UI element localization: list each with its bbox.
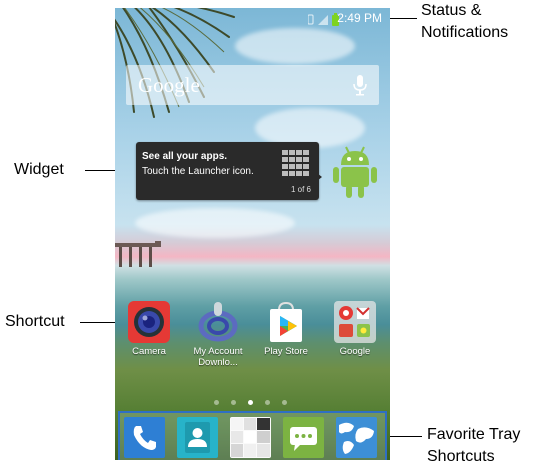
tray-contacts-button[interactable] [177, 417, 218, 458]
page-dot[interactable] [265, 400, 270, 405]
app-label: My Account [193, 346, 243, 357]
callout-widget: Widget [14, 159, 64, 181]
app-camera[interactable]: Camera [119, 300, 179, 357]
google-logo: Google [138, 73, 200, 97]
cloud [135, 208, 295, 238]
google-folder-icon [333, 300, 377, 344]
messaging-icon [283, 417, 324, 458]
callout-tray: Favorite Tray Shortcuts [427, 424, 520, 468]
callout-tray-line1: Favorite Tray [427, 426, 521, 443]
callout-shortcut-text: Shortcut [5, 313, 65, 330]
page-dot[interactable] [282, 400, 287, 405]
app-play-store[interactable]: Play Store [256, 300, 316, 357]
leader-tray [389, 436, 422, 437]
callout-widget-text: Widget [14, 161, 64, 178]
page-dot-active[interactable] [248, 400, 253, 405]
status-time: 2:49 PM [337, 11, 382, 25]
callout-shortcut: Shortcut [5, 311, 65, 333]
tray-phone-button[interactable] [124, 417, 165, 458]
tray-launcher-button[interactable] [230, 417, 271, 458]
page-indicator [210, 399, 294, 407]
android-robot-icon [333, 146, 377, 198]
google-search-bar[interactable]: Google [126, 65, 379, 105]
contacts-icon [177, 417, 218, 458]
app-my-account[interactable]: My Account Downlo... [188, 300, 248, 368]
callout-status-line2: Notifications [421, 24, 509, 41]
launcher-icon [230, 417, 271, 458]
app-label: Camera [132, 346, 166, 357]
my-account-icon [196, 300, 240, 344]
cloud [235, 28, 355, 64]
app-google-folder[interactable]: Google [325, 300, 385, 357]
widget-subtitle: Touch the Launcher icon. [142, 166, 254, 177]
callout-status-line1: Status & [421, 2, 482, 19]
browser-icon [336, 417, 377, 458]
tray-messaging-button[interactable] [283, 417, 324, 458]
widget-title: See all your apps. [142, 151, 228, 162]
launcher-hint-widget[interactable]: See all your apps. Touch the Launcher ic… [136, 142, 319, 200]
widget-page-indicator: 1 of 6 [290, 185, 311, 194]
mic-icon[interactable] [353, 74, 367, 96]
tray-browser-button[interactable] [336, 417, 377, 458]
widget-pointer [313, 170, 322, 184]
app-label-line2: Downlo... [198, 357, 238, 368]
page-dot[interactable] [214, 400, 219, 405]
camera-icon [127, 300, 171, 344]
pier [115, 241, 161, 267]
phone-icon [124, 417, 165, 458]
app-label: Play Store [264, 346, 308, 357]
app-label: Google [339, 346, 371, 357]
grid-icon [282, 150, 309, 176]
page-dot[interactable] [231, 400, 236, 405]
play-store-icon [264, 300, 308, 344]
status-bar[interactable]: 2:49 PM [115, 8, 390, 30]
favorite-tray [118, 411, 387, 460]
home-screen: 2:49 PM Google See all your apps. Touch … [115, 8, 390, 460]
callout-status: Status & Notifications [421, 0, 508, 44]
